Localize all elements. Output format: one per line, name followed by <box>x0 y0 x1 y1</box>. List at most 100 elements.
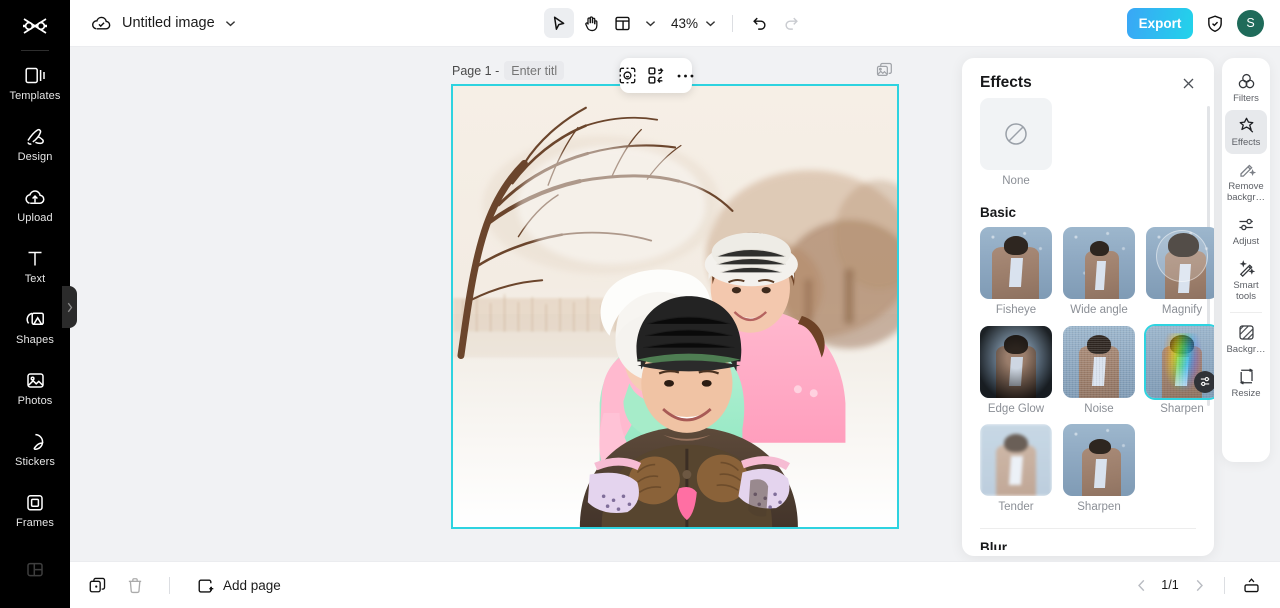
zoom-chevron-down-icon[interactable] <box>700 20 721 27</box>
sidebar-item-text[interactable]: Text <box>0 236 70 297</box>
export-button[interactable]: Export <box>1127 8 1193 39</box>
undo-button[interactable] <box>744 8 774 38</box>
right-item-smart-tools[interactable]: Smart tools <box>1225 253 1267 308</box>
effect-label: Sharpen <box>1146 403 1214 417</box>
ellipsis-icon[interactable] <box>676 65 695 87</box>
redo-button[interactable] <box>776 8 806 38</box>
effects-panel-body[interactable]: None Basic Fisheye <box>962 98 1214 550</box>
sliders-icon[interactable] <box>1194 371 1214 393</box>
undo-icon <box>751 15 768 31</box>
canvas-page[interactable] <box>451 84 899 529</box>
cursor-arrow-icon <box>551 15 567 32</box>
effect-thumbnail[interactable] <box>1063 227 1135 299</box>
sidebar-item-upload[interactable]: Upload <box>0 175 70 236</box>
magic-wand-icon <box>1237 259 1256 278</box>
effect-label: Sharpen <box>1063 501 1135 515</box>
hand-tool-button[interactable] <box>576 8 606 38</box>
sidebar-item-stickers[interactable]: Stickers <box>0 419 70 480</box>
section-divider <box>980 528 1196 529</box>
bottom-divider <box>169 577 170 594</box>
close-icon[interactable] <box>1181 76 1196 91</box>
present-button[interactable] <box>1238 572 1264 598</box>
effect-thumbnail[interactable] <box>1146 326 1214 398</box>
effects-sparkle-icon <box>1237 116 1256 135</box>
sidebar-item-label: Upload <box>17 212 52 224</box>
effect-thumbnail[interactable] <box>980 227 1052 299</box>
effect-thumbnail[interactable] <box>1063 326 1135 398</box>
effects-grid: Fisheye Wide angle <box>980 227 1196 515</box>
effect-thumbnail[interactable] <box>980 424 1052 496</box>
frames-icon <box>25 492 45 513</box>
left-sidebar: Templates Design Upload <box>0 0 70 608</box>
right-item-adjust[interactable]: Adjust <box>1225 209 1267 253</box>
effect-noise[interactable]: Noise <box>1063 326 1135 417</box>
effect-fisheye[interactable]: Fisheye <box>980 227 1052 318</box>
effect-label: Fisheye <box>980 304 1052 318</box>
add-page-label: Add page <box>223 578 281 593</box>
redo-icon <box>783 15 800 31</box>
right-item-remove-background[interactable]: Remove backgr… <box>1225 154 1267 209</box>
effect-label: Noise <box>1063 403 1135 417</box>
page-navigation: 1/1 <box>1129 572 1264 598</box>
chevron-left-icon <box>1137 579 1146 592</box>
none-forbidden-icon[interactable] <box>980 98 1052 170</box>
swap-icon[interactable] <box>647 65 666 87</box>
document-title[interactable]: Untitled image <box>122 15 215 31</box>
shapes-icon <box>24 309 46 330</box>
shield-check-icon[interactable] <box>1206 14 1224 33</box>
family-in-snow-photo[interactable] <box>453 86 897 527</box>
collapse-panel-handle[interactable] <box>62 286 77 328</box>
sidebar-item-shapes[interactable]: Shapes <box>0 297 70 358</box>
present-icon <box>1242 576 1261 595</box>
effect-none[interactable]: None <box>980 98 1052 189</box>
layout-tool-button[interactable] <box>608 8 638 38</box>
right-item-background[interactable]: Backgr… <box>1225 317 1267 361</box>
sidebar-item-frames[interactable]: Frames <box>0 480 70 541</box>
effect-sharpen-selected[interactable]: Sharpen <box>1146 326 1214 417</box>
next-page-button[interactable] <box>1187 573 1211 597</box>
effect-thumbnail[interactable] <box>980 326 1052 398</box>
effect-magnify[interactable]: Magnify <box>1146 227 1214 318</box>
add-page-button[interactable]: Add page <box>196 576 281 595</box>
right-rail-divider <box>1230 312 1262 313</box>
effect-thumbnail[interactable] <box>1146 227 1214 299</box>
canvas-tools: 43% <box>530 8 820 38</box>
effect-label: None <box>980 175 1052 189</box>
effect-sharpen[interactable]: Sharpen <box>1063 424 1135 515</box>
right-item-label: Filters <box>1233 94 1259 105</box>
effect-thumbnail[interactable] <box>1063 424 1135 496</box>
effect-label: Tender <box>980 501 1052 515</box>
effect-tender[interactable]: Tender <box>980 424 1052 515</box>
document-info: Untitled image <box>70 15 236 32</box>
text-icon <box>26 248 44 269</box>
layout-chevron-down-icon[interactable] <box>640 20 661 27</box>
sidebar-item-layout[interactable] <box>0 541 70 602</box>
filters-icon <box>1237 72 1256 91</box>
effect-edge-glow[interactable]: Edge Glow <box>980 326 1052 417</box>
effect-wide-angle[interactable]: Wide angle <box>1063 227 1135 318</box>
right-item-filters[interactable]: Filters <box>1225 66 1267 110</box>
duplicate-page-button[interactable] <box>84 572 110 598</box>
sidebar-item-label: Photos <box>18 395 53 407</box>
sidebar-item-photos[interactable]: Photos <box>0 358 70 419</box>
sidebar-item-label: Design <box>18 151 53 163</box>
remove-background-icon <box>1237 160 1256 179</box>
right-item-effects[interactable]: Effects <box>1225 110 1267 154</box>
effects-panel-header: Effects <box>962 58 1214 98</box>
right-item-resize[interactable]: Resize <box>1225 361 1267 405</box>
avatar[interactable]: S <box>1237 10 1264 37</box>
sidebar-item-templates[interactable]: Templates <box>0 53 70 114</box>
sidebar-item-design[interactable]: Design <box>0 114 70 175</box>
duplicate-image-icon[interactable] <box>876 62 893 79</box>
delete-page-button[interactable] <box>122 572 148 598</box>
prev-page-button[interactable] <box>1129 573 1153 597</box>
effect-label: Wide angle <box>1063 304 1135 318</box>
image-floating-toolbar <box>620 58 692 93</box>
page-title-input[interactable] <box>504 61 564 80</box>
capcut-logo-icon[interactable] <box>20 9 50 43</box>
crop-face-icon[interactable] <box>618 65 637 87</box>
zoom-level[interactable]: 43% <box>663 16 698 31</box>
chevron-down-icon[interactable] <box>225 20 236 27</box>
panel-title: Effects <box>980 74 1032 92</box>
select-tool-button[interactable] <box>544 8 574 38</box>
